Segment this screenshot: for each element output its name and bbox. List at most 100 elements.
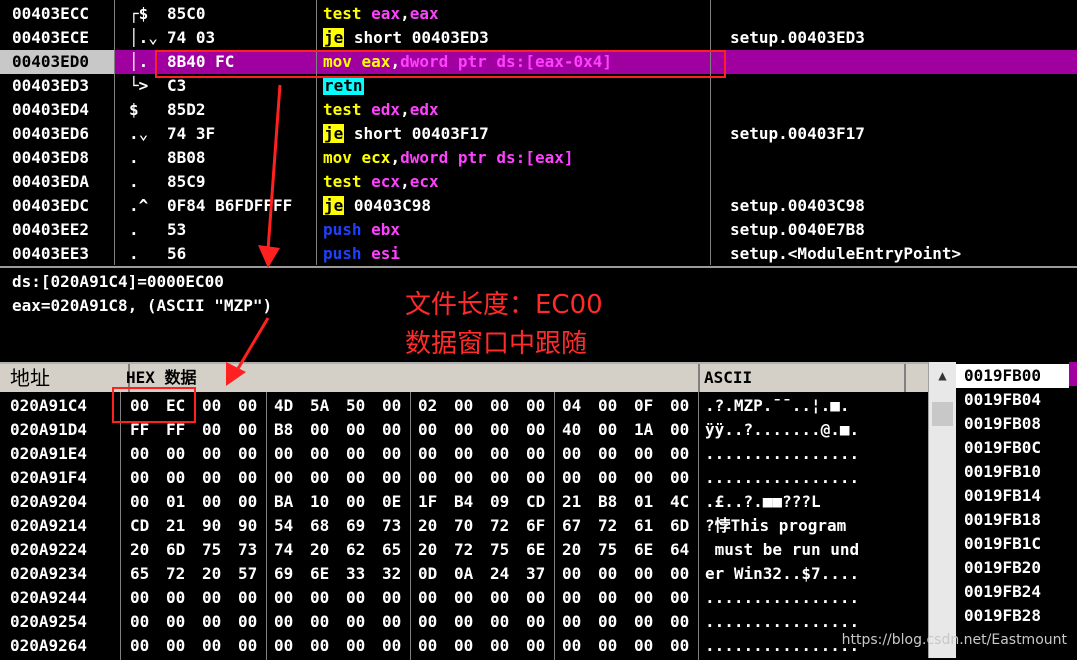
hex-byte[interactable]: 00 <box>382 442 401 466</box>
hex-byte[interactable]: 75 <box>202 538 221 562</box>
hex-byte[interactable]: BA <box>274 490 293 514</box>
hex-byte[interactable]: 10 <box>310 490 329 514</box>
hex-byte[interactable]: 00 <box>310 586 329 610</box>
hex-byte[interactable]: 00 <box>598 586 617 610</box>
hex-byte[interactable]: 00 <box>598 466 617 490</box>
stack-pane[interactable]: 0019FB00 0019FB04 0019FB08 0019FB0C 0019FB10… <box>956 362 1077 658</box>
hex-byte[interactable]: 72 <box>454 538 473 562</box>
hex-byte[interactable]: 00 <box>202 610 221 634</box>
hex-byte[interactable]: B8 <box>274 418 293 442</box>
hex-byte[interactable]: 50 <box>346 394 365 418</box>
hex-byte[interactable]: 5A <box>310 394 329 418</box>
hex-byte[interactable]: 64 <box>670 538 689 562</box>
dump-row[interactable]: 020A9244 00 00 00 00 00 00 00 00 00 00 00 00 00 00 00 00… <box>0 586 928 610</box>
hex-byte[interactable]: 0A <box>454 562 473 586</box>
hex-byte[interactable]: 6D <box>166 538 185 562</box>
hex-byte[interactable]: 54 <box>274 514 293 538</box>
hex-byte[interactable]: 00 <box>562 634 581 658</box>
hex-byte[interactable]: 00 <box>418 466 437 490</box>
hex-byte[interactable]: 01 <box>634 490 653 514</box>
hex-byte[interactable]: 74 <box>274 538 293 562</box>
hex-byte[interactable]: 32 <box>382 562 401 586</box>
hex-byte[interactable]: 00 <box>418 418 437 442</box>
hex-byte[interactable]: 00 <box>202 586 221 610</box>
stack-address[interactable]: 0019FB28 <box>964 604 1041 628</box>
hex-byte[interactable]: 00 <box>274 466 293 490</box>
hex-byte[interactable]: 0D <box>418 562 437 586</box>
hex-byte[interactable]: 00 <box>418 442 437 466</box>
hex-byte[interactable]: 00 <box>274 610 293 634</box>
hex-byte[interactable]: 37 <box>526 562 545 586</box>
hex-byte[interactable]: 75 <box>598 538 617 562</box>
hex-byte[interactable]: 00 <box>670 562 689 586</box>
hex-byte[interactable]: 00 <box>238 490 257 514</box>
hex-byte[interactable]: 00 <box>274 634 293 658</box>
dump-scrollbar[interactable]: ▲ <box>928 362 956 658</box>
hex-byte[interactable]: 00 <box>526 466 545 490</box>
dump-row[interactable]: 020A91F4 00 00 00 00 00 00 00 00 00 00 00 00 00 00 00 00… <box>0 466 928 490</box>
stack-address[interactable]: 0019FB0C <box>964 436 1041 460</box>
hex-byte[interactable]: 69 <box>346 514 365 538</box>
hex-byte[interactable]: 00 <box>346 490 365 514</box>
hex-byte[interactable]: 00 <box>526 610 545 634</box>
disassembly-pane[interactable]: 00403ECC ┌$ 85C0 test eax,eax 00403ECE │.⌄ 74 … <box>0 0 1077 265</box>
hex-byte[interactable]: 00 <box>382 610 401 634</box>
hex-byte[interactable]: 21 <box>166 514 185 538</box>
hex-byte[interactable]: 70 <box>454 514 473 538</box>
hex-byte[interactable]: 00 <box>670 634 689 658</box>
hex-byte[interactable]: 00 <box>526 634 545 658</box>
stack-address[interactable]: 0019FB1C <box>964 532 1041 556</box>
stack-address[interactable]: 0019FB00 <box>956 364 1069 388</box>
hex-byte[interactable]: 00 <box>130 442 149 466</box>
hex-byte[interactable]: 00 <box>238 634 257 658</box>
hex-byte[interactable]: 00 <box>166 586 185 610</box>
hex-byte[interactable]: 00 <box>562 562 581 586</box>
hex-byte[interactable]: 00 <box>166 442 185 466</box>
stack-address[interactable]: 0019FB20 <box>964 556 1041 580</box>
hex-byte[interactable]: 1A <box>634 418 653 442</box>
hex-byte[interactable]: CD <box>130 514 149 538</box>
hex-byte[interactable]: 00 <box>634 442 653 466</box>
hex-byte[interactable]: 00 <box>130 634 149 658</box>
hex-byte[interactable]: 00 <box>634 586 653 610</box>
hex-byte[interactable]: 00 <box>454 418 473 442</box>
hex-byte[interactable]: 00 <box>130 466 149 490</box>
hex-byte[interactable]: 00 <box>310 634 329 658</box>
hex-byte[interactable]: 00 <box>346 586 365 610</box>
hex-byte[interactable]: 72 <box>598 514 617 538</box>
hex-byte[interactable]: 00 <box>634 610 653 634</box>
hex-byte[interactable]: 00 <box>670 610 689 634</box>
hex-byte[interactable]: 20 <box>418 514 437 538</box>
hex-byte[interactable]: 20 <box>202 562 221 586</box>
disasm-row[interactable]: 00403ECC ┌$ 85C0 test eax,eax <box>0 2 1077 26</box>
hex-byte[interactable]: 00 <box>454 394 473 418</box>
disasm-row[interactable]: 00403EE2. 53 push ebx setup.0040E7B8 <box>0 218 1077 242</box>
hex-byte[interactable]: 00 <box>130 610 149 634</box>
hex-byte[interactable]: 00 <box>598 394 617 418</box>
hex-byte[interactable]: 00 <box>490 466 509 490</box>
hex-byte[interactable]: 00 <box>454 634 473 658</box>
hex-byte[interactable]: 00 <box>490 610 509 634</box>
hex-byte[interactable]: 00 <box>562 466 581 490</box>
hex-byte[interactable]: 24 <box>490 562 509 586</box>
stack-address[interactable]: 0019FB10 <box>964 460 1041 484</box>
hex-byte[interactable]: 90 <box>202 514 221 538</box>
hex-byte[interactable]: 00 <box>598 442 617 466</box>
hex-byte[interactable]: 1F <box>418 490 437 514</box>
hex-byte[interactable]: 73 <box>238 538 257 562</box>
hex-byte[interactable]: 20 <box>130 538 149 562</box>
disasm-row[interactable]: 00403EDC .^ 0F84 B6FDFFFF je 00403C98 setup.… <box>0 194 1077 218</box>
disasm-row[interactable]: 00403ED8. 8B08 mov ecx,dword ptr ds:[eax] <box>0 146 1077 170</box>
hex-byte[interactable]: 00 <box>382 394 401 418</box>
hex-column-header[interactable]: HEX 数据 <box>120 364 700 392</box>
hex-byte[interactable]: 00 <box>634 466 653 490</box>
hex-byte[interactable]: 40 <box>562 418 581 442</box>
hex-byte[interactable]: 00 <box>382 466 401 490</box>
hex-byte[interactable]: B4 <box>454 490 473 514</box>
hex-byte[interactable]: 62 <box>346 538 365 562</box>
hex-byte[interactable]: 72 <box>490 514 509 538</box>
hex-byte[interactable]: 20 <box>418 538 437 562</box>
hex-byte[interactable]: 6E <box>526 538 545 562</box>
hex-byte[interactable]: 72 <box>166 562 185 586</box>
hex-byte[interactable]: B8 <box>598 490 617 514</box>
